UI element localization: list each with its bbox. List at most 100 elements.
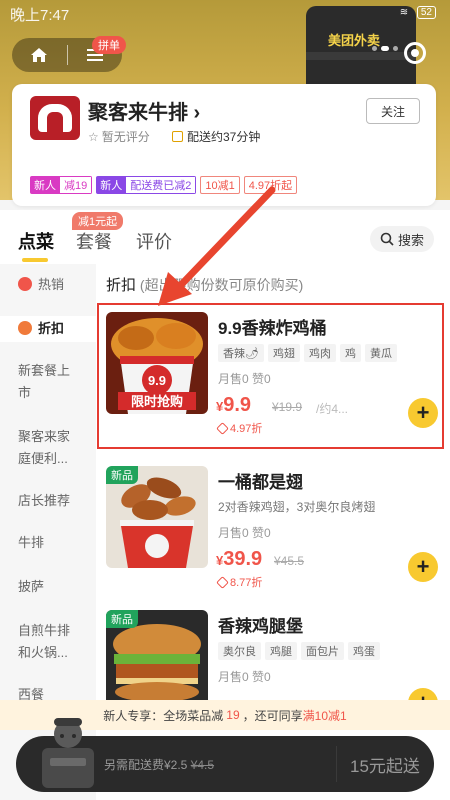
chevron-right-icon: › xyxy=(188,102,201,124)
sidebar-item-steak[interactable]: 牛排 xyxy=(0,532,96,554)
promo-prefix: 新人专享：全场菜品减 xyxy=(103,708,224,723)
new-badge: 新品 xyxy=(106,466,138,484)
store-name[interactable]: 聚客来牛排 › xyxy=(88,96,200,125)
dish-sales: 月售0 赞0 xyxy=(218,526,271,540)
status-time: 晚上7:47 xyxy=(10,7,70,24)
promo-tag: 10减1 xyxy=(200,176,240,194)
store-tabs: 减1元起 点菜 套餐 评价 搜索 xyxy=(0,210,450,264)
fee-original: ¥4.5 xyxy=(190,758,215,772)
tag-icon xyxy=(216,421,229,435)
dish-item[interactable]: 9.9 限时抢购 9.9香辣炸鸡桶 香辣🌶 鸡翅 鸡肉 鸡 黄瓜 月售0 赞0 … xyxy=(96,304,450,450)
wifi-icon: ≋ xyxy=(399,7,409,18)
dish-title: 香辣鸡腿堡 xyxy=(218,617,303,636)
sidebar-item-pizza[interactable]: 披萨 xyxy=(0,576,96,598)
status-icons: ≋ 52 xyxy=(400,6,436,19)
discount-icon xyxy=(18,321,32,335)
sidebar-item-hotpot[interactable]: 自煎牛排和火锅... xyxy=(0,620,96,664)
record-icon xyxy=(411,49,419,57)
image-price-text: 9.9 xyxy=(148,373,166,388)
tab-reviews[interactable]: 评价 xyxy=(136,228,172,254)
home-button[interactable] xyxy=(12,38,67,72)
dish-discount: 8.77折 xyxy=(216,574,263,590)
flame-icon xyxy=(18,277,32,291)
sidebar-label: 热销 xyxy=(38,277,65,292)
dish-description: 2对香辣鸡翅，3对奥尔良烤翅 xyxy=(218,500,376,514)
promo-tag: 新人 减19 xyxy=(30,176,93,194)
dish-chip: 黄瓜 xyxy=(364,344,397,362)
dish-chip: 面包片 xyxy=(301,642,344,660)
dish-chip: 鸡肉 xyxy=(303,344,336,362)
price-value: 39.9 xyxy=(223,548,263,570)
fried-chicken-bucket-image: 9.9 限时抢购 xyxy=(106,312,208,414)
delivery-time: 配送约37分钟 xyxy=(172,128,260,145)
delivery-fee: 另需配送费¥2.5 ¥4.5 xyxy=(104,756,214,773)
bag-strap xyxy=(306,52,416,60)
store-name-text: 聚客来牛排 xyxy=(88,102,188,124)
dish-item[interactable]: 新品 一桶都是翅 2对香辣鸡翅，3对奥尔良烤翅 月售0 赞0 ¥39.9 ¥45… xyxy=(96,458,450,604)
promo-tags: 新人 减19 新人 配送费已减2 10减1 4.97折起 xyxy=(30,176,298,194)
dish-price: ¥39.9 xyxy=(216,548,262,571)
tag-value: 配送费已减2 xyxy=(126,176,197,194)
sidebar-item-new[interactable]: 新套餐上市 xyxy=(0,360,96,404)
store-logo xyxy=(30,96,80,140)
add-to-cart-button[interactable]: + xyxy=(408,398,438,428)
add-to-cart-button[interactable]: + xyxy=(408,552,438,582)
dish-original-price: ¥19.9 xyxy=(272,400,303,414)
sidebar-item-discount[interactable]: 折扣 xyxy=(0,316,96,342)
promo-tag: 新人 配送费已减2 xyxy=(96,176,197,194)
dish-sales: 月售0 赞0 xyxy=(218,372,271,386)
dish-title: 一桶都是翅 xyxy=(218,473,303,492)
cart-divider xyxy=(336,746,337,782)
search-button[interactable]: 搜索 xyxy=(370,226,434,252)
dish-discount: 4.97折 xyxy=(216,420,263,436)
tab-combo[interactable]: 套餐 xyxy=(76,228,112,254)
tag-label: 新人 xyxy=(30,176,60,194)
sidebar-item-family[interactable]: 聚客来家庭便利... xyxy=(0,426,96,470)
dish-chips: 奥尔良 鸡腿 面包片 鸡蛋 xyxy=(218,642,380,660)
pager-dot xyxy=(393,46,398,51)
delivery-text: 配送约37分钟 xyxy=(187,130,261,144)
fee-text: 另需配送费¥2.5 xyxy=(104,758,188,772)
dish-price: ¥9.9 xyxy=(216,394,251,417)
tag-label: 新人 xyxy=(96,176,127,194)
section-note: (超出限购份数可原价购买) xyxy=(139,277,304,293)
promo-deal: 满10减1 xyxy=(302,708,347,723)
dish-title: 9.9香辣炸鸡桶 xyxy=(218,319,327,338)
search-icon xyxy=(380,232,394,246)
discount-text: 4.97折 xyxy=(230,423,263,435)
store-info-card: 聚客来牛排 › 关注 ☆ 暂无评分 配送约37分钟 新人 减19 新人 配送费已减2 … xyxy=(12,84,436,206)
dish-chips: 香辣🌶 鸡翅 鸡肉 鸡 黄瓜 xyxy=(218,344,397,362)
tab-order[interactable]: 点菜 xyxy=(18,228,54,254)
sidebar-item-hot[interactable]: 热销 xyxy=(0,274,96,296)
promo-tag: 4.97折起 xyxy=(243,176,298,194)
discount-text: 8.77折 xyxy=(230,577,263,589)
delivery-bag-image: 美团外卖 xyxy=(306,6,416,96)
group-order-badge[interactable]: 拼单 xyxy=(92,36,126,54)
dish-chip: 奥尔良 xyxy=(218,642,261,660)
promo-amount: 19 xyxy=(226,708,240,722)
dish-chip: 鸡 xyxy=(339,344,361,362)
promo-mid: ，还可同享 xyxy=(242,708,303,723)
pager-dot xyxy=(372,46,377,51)
banner-pager-dots xyxy=(372,46,398,51)
battery-icon: 52 xyxy=(416,6,436,19)
dish-chip: 鸡腿 xyxy=(265,642,297,660)
dish-image: 9.9 限时抢购 xyxy=(106,312,208,414)
search-label: 搜索 xyxy=(397,232,424,248)
pager-dot xyxy=(381,46,389,51)
sidebar-item-recommend[interactable]: 店长推荐 xyxy=(0,490,96,512)
record-button[interactable] xyxy=(404,42,426,64)
section-header: 折扣 (超出限购份数可原价购买) xyxy=(106,274,303,295)
tag-value: 减19 xyxy=(60,176,93,194)
dish-original-price: ¥45.5 xyxy=(274,554,305,568)
cart-bar[interactable]: 另需配送费¥2.5 ¥4.5 15元起送 xyxy=(16,718,434,792)
follow-button[interactable]: 关注 xyxy=(366,98,420,124)
min-order-button[interactable]: 15元起送 xyxy=(350,752,420,777)
tag-icon xyxy=(216,575,229,589)
dish-sales: 月售0 赞0 xyxy=(218,670,271,684)
rating-text: 暂无评分 xyxy=(101,130,150,144)
star-icon: ☆ xyxy=(88,129,99,144)
section-title: 折扣 xyxy=(106,277,137,294)
price-value: 9.9 xyxy=(223,394,252,416)
logo-shape xyxy=(38,104,72,132)
